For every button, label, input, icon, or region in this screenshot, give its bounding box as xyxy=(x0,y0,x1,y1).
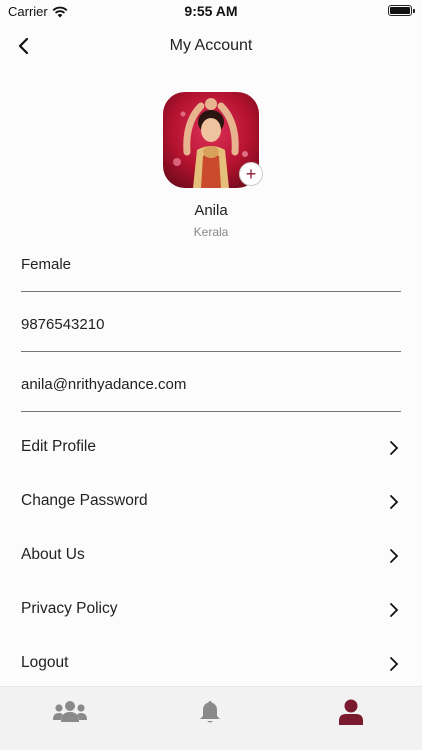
add-photo-button[interactable]: + xyxy=(239,162,263,186)
tab-notifications[interactable] xyxy=(190,697,230,727)
users-icon xyxy=(53,701,87,722)
gender-field: Female xyxy=(21,252,401,292)
plus-icon: + xyxy=(245,164,257,184)
tab-community[interactable] xyxy=(50,697,90,727)
chevron-right-icon xyxy=(390,657,399,671)
chevron-right-icon xyxy=(390,603,399,617)
chevron-right-icon xyxy=(390,549,399,563)
phone-field: 9876543210 xyxy=(21,312,401,352)
menu-item-edit-profile[interactable]: Edit Profile xyxy=(0,428,422,468)
tab-account[interactable] xyxy=(331,697,371,727)
battery-icon xyxy=(388,5,415,16)
profile-location: Kerala xyxy=(193,225,229,239)
nav-bar: My Account xyxy=(0,28,422,66)
email-field: anila@nrithyadance.com xyxy=(21,372,401,412)
menu-item-privacy-policy[interactable]: Privacy Policy xyxy=(0,590,422,630)
bell-icon xyxy=(200,701,220,723)
page-title: My Account xyxy=(169,37,253,54)
tab-bar xyxy=(0,686,422,750)
menu-item-label: About Us xyxy=(21,546,85,563)
gender-value: Female xyxy=(21,256,72,273)
profile-name: Anila xyxy=(194,202,228,219)
menu-item-about-us[interactable]: About Us xyxy=(0,536,422,576)
menu-item-label: Edit Profile xyxy=(21,438,96,455)
menu-item-change-password[interactable]: Change Password xyxy=(0,482,422,522)
menu-item-label: Change Password xyxy=(21,492,148,509)
avatar-container: + xyxy=(163,92,263,188)
menu-item-label: Privacy Policy xyxy=(21,600,118,617)
user-icon xyxy=(339,699,363,725)
chevron-right-icon xyxy=(390,495,399,509)
chevron-right-icon xyxy=(390,441,399,455)
phone-value: 9876543210 xyxy=(21,316,105,333)
status-time: 9:55 AM xyxy=(184,3,238,19)
menu-item-logout[interactable]: Logout xyxy=(0,644,422,684)
status-bar: Carrier 9:55 AM xyxy=(0,0,422,22)
email-value: anila@nrithyadance.com xyxy=(21,376,187,393)
menu-item-label: Logout xyxy=(21,654,69,671)
